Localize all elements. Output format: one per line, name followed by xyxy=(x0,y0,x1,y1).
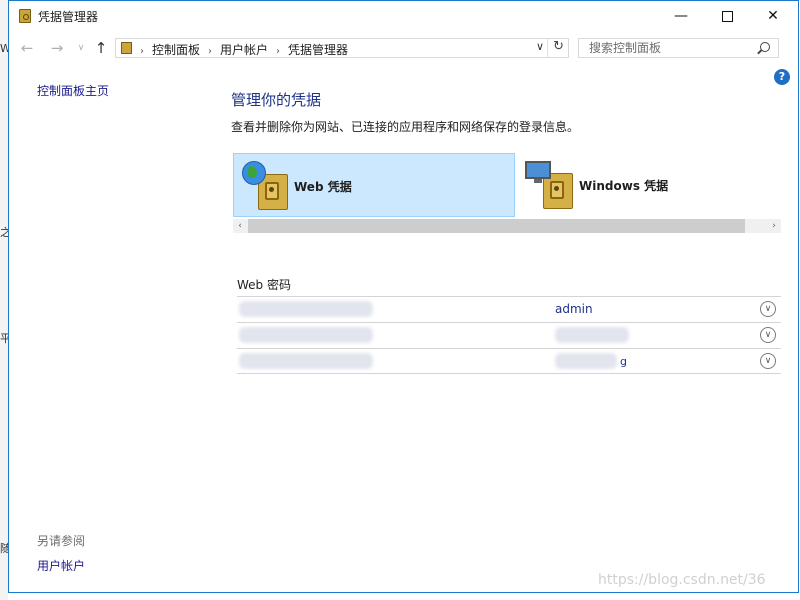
refresh-icon[interactable]: ↻ xyxy=(553,39,564,54)
search-icon[interactable] xyxy=(760,42,770,52)
breadcrumb-user-accounts[interactable]: 用户帐户 xyxy=(220,43,268,57)
background-window-edge: W 之 平 随 xyxy=(0,0,11,600)
redacted-site xyxy=(239,327,373,343)
scroll-right-icon[interactable]: › xyxy=(767,219,781,233)
monitor-icon xyxy=(525,161,551,183)
control-panel-home-link[interactable]: 控制面板主页 xyxy=(37,82,109,99)
breadcrumb-separator: › xyxy=(208,46,213,57)
tab-web-credentials[interactable]: Web 凭据 xyxy=(233,153,515,217)
expand-chevron-icon[interactable]: ∨ xyxy=(760,301,776,317)
credential-manager-window: 凭据管理器 — ✕ ← → ∨ ↑ › 控制面板 › 用户帐户 › 凭据管理器 ∨ ↻ ?… xyxy=(8,0,799,593)
breadcrumb-control-panel[interactable]: 控制面板 xyxy=(152,43,200,57)
window-title: 凭据管理器 xyxy=(38,10,99,24)
web-credentials-list: admin ∨ ∨ g ∨ xyxy=(237,296,781,374)
watermark: https://blog.csdn.net/36 xyxy=(598,572,766,588)
minimize-button[interactable]: — xyxy=(658,1,704,31)
web-passwords-heading: Web 密码 xyxy=(237,278,291,292)
breadcrumb-credential-manager[interactable]: 凭据管理器 xyxy=(288,43,348,57)
list-item[interactable]: admin ∨ xyxy=(237,296,781,322)
search-box[interactable] xyxy=(578,38,779,58)
expand-chevron-icon[interactable]: ∨ xyxy=(760,353,776,369)
redacted-username xyxy=(555,327,629,343)
globe-icon xyxy=(242,161,266,185)
tab-label: Windows 凭据 xyxy=(579,179,669,193)
redacted-site xyxy=(239,301,373,317)
maximize-icon xyxy=(721,10,733,22)
close-button[interactable]: ✕ xyxy=(750,1,796,31)
tab-windows-credentials[interactable]: Windows 凭据 xyxy=(519,153,798,217)
address-divider xyxy=(547,39,548,57)
expand-chevron-icon[interactable]: ∨ xyxy=(760,327,776,343)
page-title: 管理你的凭据 xyxy=(231,91,322,109)
back-arrow-icon[interactable]: ← xyxy=(17,38,37,58)
credential-username: admin xyxy=(555,302,593,316)
tab-label: Web 凭据 xyxy=(294,180,352,194)
list-item[interactable]: ∨ xyxy=(237,322,781,348)
user-accounts-link[interactable]: 用户帐户 xyxy=(37,557,85,574)
credential-manager-icon xyxy=(19,9,31,23)
address-bar[interactable]: › 控制面板 › 用户帐户 › 凭据管理器 ∨ ↻ xyxy=(115,38,569,58)
breadcrumb-separator: › xyxy=(276,46,281,57)
navigation-bar: ← → ∨ ↑ › 控制面板 › 用户帐户 › 凭据管理器 ∨ ↻ xyxy=(9,33,798,63)
breadcrumb-separator: › xyxy=(140,46,144,57)
search-input[interactable] xyxy=(587,40,751,56)
forward-arrow-icon[interactable]: → xyxy=(47,38,67,58)
help-icon[interactable]: ? xyxy=(774,69,790,85)
breadcrumb: › 控制面板 › 用户帐户 › 凭据管理器 xyxy=(140,41,348,58)
list-item[interactable]: g ∨ xyxy=(237,348,781,374)
credential-type-selector: Web 凭据 Windows 凭据 ‹ › xyxy=(233,153,781,233)
redacted-username xyxy=(555,353,617,369)
recent-locations-chevron-icon[interactable]: ∨ xyxy=(71,38,91,58)
scroll-left-icon[interactable]: ‹ xyxy=(233,219,247,233)
see-also-heading: 另请参阅 xyxy=(37,534,86,548)
page-description: 查看并删除你为网站、已连接的应用程序和网络保存的登录信息。 xyxy=(231,120,580,134)
address-dropdown-icon[interactable]: ∨ xyxy=(536,40,544,53)
redacted-site xyxy=(239,353,373,369)
title-bar[interactable]: 凭据管理器 — ✕ xyxy=(9,1,798,31)
scrollbar-thumb[interactable] xyxy=(248,219,745,233)
maximize-button[interactable] xyxy=(704,1,750,31)
control-panel-icon xyxy=(121,42,132,54)
credential-username-tail: g xyxy=(620,355,627,368)
up-arrow-icon[interactable]: ↑ xyxy=(91,38,111,58)
horizontal-scrollbar[interactable]: ‹ › xyxy=(233,219,781,233)
